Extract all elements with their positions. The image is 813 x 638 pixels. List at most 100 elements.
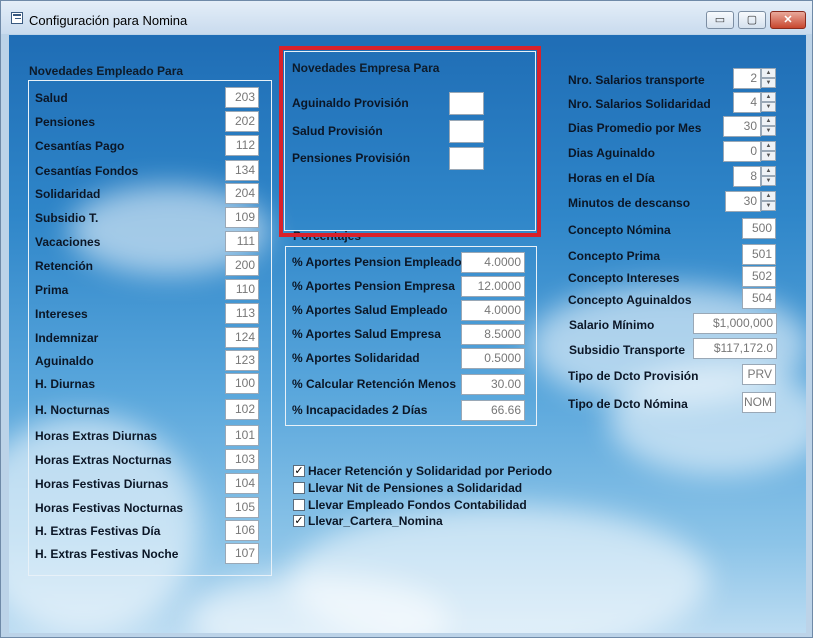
empleado-label: Aguinaldo: [35, 354, 94, 368]
porcentaje-label: % Aportes Salud Empleado: [292, 303, 448, 317]
empleado-panel-title: Novedades Empleado Para: [29, 64, 184, 78]
empleado-code-input[interactable]: 203: [225, 87, 259, 108]
spin-down-arrow-icon[interactable]: ▼: [761, 201, 776, 211]
empleado-code-input[interactable]: 109: [225, 207, 259, 228]
empleado-code-input[interactable]: 112: [225, 135, 259, 156]
number-stepper[interactable]: 0 ▲ ▼: [723, 141, 776, 162]
porcentaje-label: % Aportes Pension Empresa: [292, 279, 455, 293]
window: Configuración para Nomina ▭ ▢ ✕ Novedade…: [0, 0, 813, 638]
empleado-code-input[interactable]: 101: [225, 425, 259, 446]
empleado-label: Prima: [35, 283, 69, 297]
empleado-code-input[interactable]: 204: [225, 183, 259, 204]
spin-up-arrow-icon[interactable]: ▲: [761, 68, 776, 78]
spin-down-arrow-icon[interactable]: ▼: [761, 151, 776, 161]
empleado-label: Horas Festivas Diurnas: [35, 477, 169, 491]
spin-up-arrow-icon[interactable]: ▲: [761, 166, 776, 176]
stepper-value[interactable]: 0: [723, 141, 761, 162]
setting-input[interactable]: 500: [742, 218, 776, 239]
minimize-button[interactable]: ▭: [706, 11, 734, 29]
stepper-value[interactable]: 8: [733, 166, 761, 187]
empleado-label: Intereses: [35, 307, 88, 321]
porcentaje-label: % Incapacidades 2 Días: [292, 403, 428, 417]
spin-down-arrow-icon[interactable]: ▼: [761, 176, 776, 186]
setting-input[interactable]: 502: [742, 266, 776, 287]
porcentaje-label: % Calcular Retención Menos: [292, 377, 457, 391]
empleado-code-input[interactable]: 123: [225, 350, 259, 371]
spin-up-arrow-icon[interactable]: ▲: [761, 116, 776, 126]
setting-label: Nro. Salarios Solidaridad: [568, 97, 711, 111]
spin-down-arrow-icon[interactable]: ▼: [761, 102, 776, 112]
empleado-label: Solidaridad: [35, 187, 101, 201]
setting-label: Minutos de descanso: [568, 196, 691, 210]
stepper-value[interactable]: 30: [725, 191, 761, 212]
option-checkbox[interactable]: ✓: [293, 515, 305, 527]
setting-input[interactable]: $1,000,000: [693, 313, 777, 334]
stepper-value[interactable]: 4: [733, 92, 761, 113]
option-label[interactable]: Llevar_Cartera_Nomina: [308, 514, 443, 528]
spin-down-arrow-icon[interactable]: ▼: [761, 126, 776, 136]
setting-label: Concepto Prima: [568, 249, 661, 263]
empleado-code-input[interactable]: 124: [225, 327, 259, 348]
setting-label: Tipo de Dcto Nómina: [568, 397, 688, 411]
setting-label: Dias Aguinaldo: [568, 146, 655, 160]
empleado-code-input[interactable]: 102: [225, 399, 259, 420]
setting-input[interactable]: PRV: [742, 364, 776, 385]
porcentaje-label: % Aportes Salud Empresa: [292, 327, 441, 341]
window-app-icon: [11, 12, 23, 24]
option-checkbox[interactable]: [293, 499, 305, 511]
empleado-code-input[interactable]: 106: [225, 520, 259, 541]
porcentaje-input[interactable]: 30.00: [461, 374, 525, 395]
option-checkbox[interactable]: [293, 482, 305, 494]
stepper-value[interactable]: 2: [733, 68, 761, 89]
number-stepper[interactable]: 30 ▲ ▼: [723, 116, 776, 137]
empleado-code-input[interactable]: 113: [225, 303, 259, 324]
empleado-code-input[interactable]: 110: [225, 279, 259, 300]
option-checkbox[interactable]: ✓: [293, 465, 305, 477]
option-label[interactable]: Llevar Empleado Fondos Contabilidad: [308, 498, 527, 512]
empleado-code-input[interactable]: 111: [225, 231, 259, 252]
title-bar[interactable]: Configuración para Nomina ▭ ▢ ✕: [1, 1, 812, 34]
setting-label: Concepto Nómina: [568, 223, 671, 237]
close-button[interactable]: ✕: [770, 11, 806, 29]
empleado-code-input[interactable]: 100: [225, 373, 259, 394]
highlight-box: [279, 46, 541, 237]
porcentaje-input[interactable]: 66.66: [461, 400, 525, 421]
spin-up-arrow-icon[interactable]: ▲: [761, 191, 776, 201]
setting-input[interactable]: $117,172.0: [693, 338, 777, 359]
number-stepper[interactable]: 8 ▲ ▼: [733, 166, 776, 187]
empleado-label: Cesantías Fondos: [35, 164, 139, 178]
option-label[interactable]: Llevar Nit de Pensiones a Solidaridad: [308, 481, 522, 495]
number-stepper[interactable]: 30 ▲ ▼: [725, 191, 776, 212]
setting-label: Horas en el Día: [568, 171, 655, 185]
empleado-code-input[interactable]: 200: [225, 255, 259, 276]
setting-input[interactable]: 501: [742, 244, 776, 265]
empleado-code-input[interactable]: 103: [225, 449, 259, 470]
empleado-code-input[interactable]: 134: [225, 160, 259, 181]
setting-label: Dias Promedio por Mes: [568, 121, 702, 135]
empleado-code-input[interactable]: 104: [225, 473, 259, 494]
empleado-code-input[interactable]: 105: [225, 497, 259, 518]
porcentaje-label: % Aportes Pension Empleado: [292, 255, 462, 269]
empleado-code-input[interactable]: 202: [225, 111, 259, 132]
empleado-label: H. Nocturnas: [35, 403, 110, 417]
empleado-label: Subsidio T.: [35, 211, 99, 225]
empleado-label: H. Extras Festivas Noche: [35, 547, 179, 561]
number-stepper[interactable]: 4 ▲ ▼: [733, 92, 776, 113]
number-stepper[interactable]: 2 ▲ ▼: [733, 68, 776, 89]
empleado-label: H. Diurnas: [35, 377, 96, 391]
setting-input[interactable]: NOM: [742, 392, 776, 413]
option-label[interactable]: Hacer Retención y Solidaridad por Period…: [308, 464, 552, 478]
maximize-button[interactable]: ▢: [738, 11, 766, 29]
spin-down-arrow-icon[interactable]: ▼: [761, 78, 776, 88]
setting-input[interactable]: 504: [742, 288, 776, 309]
stepper-value[interactable]: 30: [723, 116, 761, 137]
porcentaje-input[interactable]: 12.0000: [461, 276, 525, 297]
spin-up-arrow-icon[interactable]: ▲: [761, 141, 776, 151]
porcentaje-input[interactable]: 8.5000: [461, 324, 525, 345]
porcentaje-input[interactable]: 0.5000: [461, 348, 525, 369]
spin-up-arrow-icon[interactable]: ▲: [761, 92, 776, 102]
porcentaje-input[interactable]: 4.0000: [461, 300, 525, 321]
porcentaje-input[interactable]: 4.0000: [461, 252, 525, 273]
empleado-code-input[interactable]: 107: [225, 543, 259, 564]
empleado-label: Indemnizar: [35, 331, 99, 345]
